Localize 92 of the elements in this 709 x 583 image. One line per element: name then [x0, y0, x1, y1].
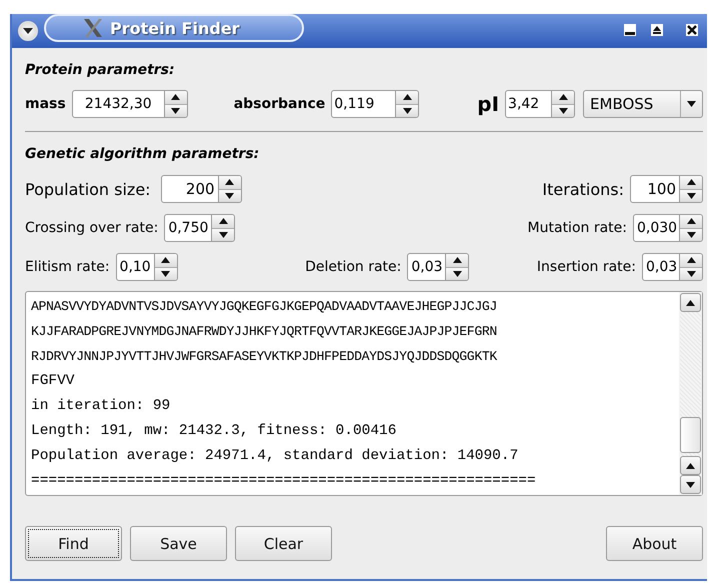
up-arrow-icon [686, 462, 695, 468]
output-line: APNASVVYDYADVNTVSJDVSAYVYJGQKEGFGJKGEPQADVAADVTAAVEJHEGPJJCJGJ [31, 298, 498, 316]
x-logo-icon [82, 18, 104, 38]
section-heading: Genetic algorithm parametrs: [25, 145, 260, 164]
minimize-icon [623, 23, 637, 37]
increment-button[interactable] [212, 215, 234, 228]
down-arrow-icon [402, 108, 412, 114]
increment-button[interactable] [680, 176, 702, 188]
increment-button[interactable] [218, 176, 241, 188]
increment-button[interactable] [680, 215, 702, 228]
close-button[interactable] [685, 23, 701, 39]
decrement-button[interactable] [552, 104, 574, 117]
decrement-button[interactable] [680, 266, 702, 280]
spin-field[interactable]: 0,030 [633, 214, 680, 242]
push-button[interactable]: About [606, 526, 703, 561]
increment-button[interactable] [154, 254, 177, 266]
output-line: FGFVV [31, 372, 76, 391]
up-arrow-icon [686, 218, 696, 224]
field-label: Crossing over rate: [25, 220, 158, 236]
field-label: Population size: [25, 180, 151, 198]
output-line: RJDRVYJNNJPJYVTTJHVJWFGRSAFASEYVKTKPJDHFPEDDAYDSJYQJDDSDQGGKTK [31, 348, 498, 366]
spin-field[interactable]: 100 [630, 175, 680, 203]
down-arrow-icon [161, 270, 170, 277]
scroll-up-button[interactable] [680, 293, 701, 312]
field-label: absorbance [234, 96, 326, 112]
increment-button[interactable] [680, 254, 702, 266]
spin-field[interactable]: 0,10 [116, 253, 155, 281]
down-arrow-icon [558, 108, 568, 114]
up-arrow-icon [402, 94, 412, 100]
scroll-down-button[interactable] [680, 475, 701, 494]
window-menu-button[interactable] [18, 21, 38, 41]
spin-field[interactable]: 3,42 [505, 90, 552, 118]
increment-button[interactable] [552, 91, 574, 104]
up-arrow-icon [218, 218, 228, 224]
spin-field[interactable]: 0,750 [164, 214, 212, 242]
field-label: mass [25, 96, 66, 112]
down-arrow-icon [686, 270, 696, 277]
decrement-button[interactable] [212, 228, 234, 241]
field-label: Mutation rate: [528, 220, 627, 236]
decrement-button[interactable] [680, 188, 702, 202]
up-arrow-icon [452, 257, 462, 264]
close-icon [685, 23, 699, 37]
up-arrow-icon [686, 300, 695, 306]
push-button[interactable]: Clear [235, 526, 332, 561]
minimize-button[interactable] [623, 23, 639, 39]
up-arrow-icon [686, 179, 696, 186]
spin-field[interactable]: 0,119 [331, 90, 396, 118]
down-arrow-icon [225, 192, 234, 199]
decrement-button[interactable] [446, 266, 468, 280]
field-label: Deletion rate: [305, 259, 402, 275]
increment-button[interactable] [446, 254, 468, 266]
up-arrow-icon [225, 179, 234, 186]
output-line: in iteration: 99 [31, 397, 172, 416]
spin-field[interactable]: 200 [160, 175, 219, 203]
increment-button[interactable] [164, 91, 187, 104]
maximize-icon [650, 23, 664, 37]
output-line: Population average: 24971.4, standard deviation: 14090.7 [31, 447, 520, 466]
down-arrow-icon [218, 232, 228, 238]
spin-field[interactable]: 21432,30 [72, 90, 165, 118]
up-arrow-icon [558, 94, 568, 100]
up-arrow-icon [171, 94, 180, 100]
section-heading: Protein parametrs: [25, 61, 176, 80]
method-dropdown[interactable]: EMBOSS [583, 90, 703, 118]
output-line: ========================================================== [31, 472, 537, 491]
down-arrow-icon [171, 108, 180, 114]
decrement-button[interactable] [396, 104, 418, 117]
up-arrow-icon [686, 257, 696, 264]
scrollbar-thumb[interactable] [680, 417, 701, 453]
down-arrow-icon [686, 482, 695, 488]
scroll-up-button[interactable] [680, 456, 701, 475]
maximize-button[interactable] [650, 23, 666, 39]
field-label: Iterations: [542, 180, 624, 198]
spin-field[interactable]: 0,03 [407, 253, 446, 281]
spin-field[interactable]: 0,03 [642, 253, 680, 281]
scrollbar[interactable] [679, 292, 702, 495]
output-line: KJJFARADPGREJVNYMDGJNAFRWDYJJHKFYJQRTFQVVTARJKEGGEJAJPJPJEFGRN [31, 323, 498, 341]
decrement-button[interactable] [680, 228, 702, 241]
field-label: Insertion rate: [536, 259, 636, 275]
increment-button[interactable] [396, 91, 418, 104]
down-arrow-icon [452, 270, 462, 277]
push-button[interactable]: Find [25, 526, 122, 561]
down-arrow-icon [686, 232, 696, 238]
up-arrow-icon [161, 257, 170, 264]
output-line: Length: 191, mw: 21432.3, fitness: 0.00416 [31, 422, 398, 441]
field-label: Elitism rate: [25, 259, 110, 275]
caret-down-icon [22, 27, 34, 35]
push-button[interactable]: Save [130, 526, 227, 561]
caret-down-icon [687, 101, 696, 107]
window-title: Protein Finder [110, 18, 240, 38]
field-label: pI [477, 92, 500, 116]
output-text-area[interactable] [25, 291, 703, 496]
down-arrow-icon [686, 192, 696, 199]
